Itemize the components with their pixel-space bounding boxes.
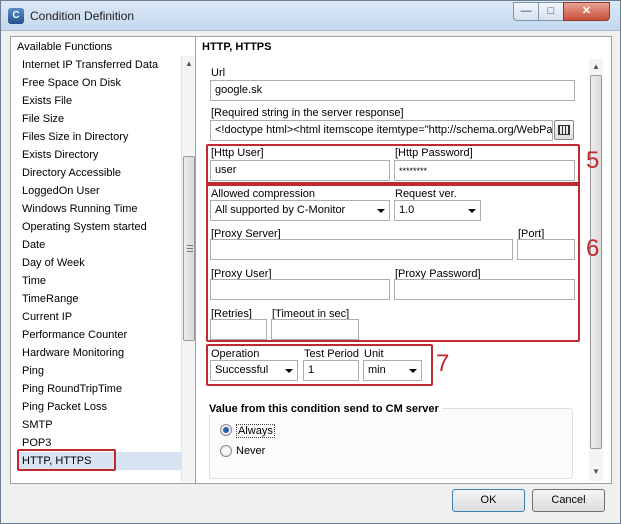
always-label[interactable]: Always — [236, 424, 275, 438]
browse-string-icon[interactable] — [554, 120, 574, 140]
function-list-item[interactable]: Day of Week — [17, 254, 181, 272]
condition-definition-window: C Condition Definition — □ ✕ Available F… — [0, 0, 621, 524]
annotation-box-selected-function — [17, 449, 116, 471]
title-bar: C Condition Definition — □ ✕ — [1, 1, 620, 31]
annotation-number-7: 7 — [436, 350, 450, 377]
scroll-up-icon[interactable]: ▲ — [591, 62, 601, 72]
close-button[interactable]: ✕ — [563, 2, 610, 21]
http-user-input[interactable]: user — [210, 160, 390, 181]
http-user-label: [Http User] — [211, 147, 264, 159]
http-password-label: [Http Password] — [395, 147, 473, 159]
cancel-button[interactable]: Cancel — [532, 489, 605, 512]
function-list-item[interactable]: TimeRange — [17, 290, 181, 308]
value-send-group-title: Value from this condition send to CM ser… — [206, 403, 442, 415]
proxy-user-input[interactable] — [210, 279, 390, 300]
function-list-item[interactable]: Windows Running Time — [17, 200, 181, 218]
function-list-item[interactable]: Operating System started — [17, 218, 181, 236]
function-list-item[interactable]: Time — [17, 272, 181, 290]
timeout-input[interactable] — [271, 319, 359, 340]
compression-label: Allowed compression — [211, 188, 315, 200]
maximize-button[interactable]: □ — [538, 2, 564, 21]
available-functions-panel: Available Functions Internet IP Transfer… — [10, 36, 196, 484]
annotation-number-6: 6 — [586, 235, 600, 262]
function-list-item[interactable]: File Size — [17, 110, 181, 128]
request-ver-label: Request ver. — [395, 188, 457, 200]
function-list-item[interactable]: Ping — [17, 362, 181, 380]
panel-title: HTTP, HTTPS — [202, 41, 272, 53]
never-label[interactable]: Never — [236, 445, 265, 457]
function-list-scrollbar[interactable]: ▲ — [181, 56, 195, 482]
chevron-down-icon — [377, 209, 385, 213]
chevron-down-icon — [468, 209, 476, 213]
function-list-item[interactable]: Ping RoundTripTime — [17, 380, 181, 398]
settings-scrollbar[interactable]: ▲ ▼ — [589, 59, 603, 481]
http-settings-panel: HTTP, HTTPS Url google.sk [Required stri… — [196, 36, 612, 484]
value-send-group — [209, 408, 573, 479]
function-list-item[interactable]: SMTP — [17, 416, 181, 434]
function-list-item[interactable]: Ping Packet Loss — [17, 398, 181, 416]
function-list-item[interactable]: Exists Directory — [17, 146, 181, 164]
unit-select[interactable]: min — [363, 360, 422, 381]
retries-input[interactable] — [210, 319, 267, 340]
function-list-item[interactable]: Hardware Monitoring — [17, 344, 181, 362]
compression-value: All supported by C-Monitor — [215, 204, 346, 216]
url-input[interactable]: google.sk — [210, 80, 575, 101]
operation-label: Operation — [211, 348, 260, 360]
available-functions-heading: Available Functions — [17, 41, 113, 53]
always-radio[interactable] — [220, 424, 232, 436]
chevron-down-icon — [285, 369, 293, 373]
scroll-up-icon[interactable]: ▲ — [184, 59, 194, 69]
function-list-item[interactable]: Files Size in Directory — [17, 128, 181, 146]
scroll-down-icon[interactable]: ▼ — [591, 467, 601, 477]
function-list-item[interactable]: Performance Counter — [17, 326, 181, 344]
request-ver-value: 1.0 — [399, 204, 415, 216]
function-list-item[interactable]: Exists File — [17, 92, 181, 110]
scroll-thumb[interactable] — [183, 156, 195, 341]
function-list-item[interactable]: Date — [17, 236, 181, 254]
required-string-input[interactable]: <!doctype html><html itemscope itemtype=… — [210, 120, 553, 141]
function-list-item[interactable]: Free Space On Disk — [17, 74, 181, 92]
http-password-input[interactable]: ******** — [394, 160, 575, 181]
test-period-label: Test Period — [304, 348, 360, 360]
never-radio[interactable] — [220, 445, 232, 457]
function-list-item[interactable]: LoggedOn User — [17, 182, 181, 200]
operation-select[interactable]: Successful — [210, 360, 298, 381]
ok-button[interactable]: OK — [452, 489, 525, 512]
compression-select[interactable]: All supported by C-Monitor — [210, 200, 390, 221]
minimize-button[interactable]: — — [513, 2, 539, 21]
function-list[interactable]: Internet IP Transferred Data Free Space O… — [17, 56, 181, 482]
function-list-item[interactable]: Directory Accessible — [17, 164, 181, 182]
proxy-server-input[interactable] — [210, 239, 513, 260]
function-list-item[interactable]: Internet IP Transferred Data — [17, 56, 181, 74]
window-title: Condition Definition — [30, 9, 135, 23]
port-input[interactable] — [517, 239, 575, 260]
test-period-input[interactable]: 1 — [303, 360, 359, 381]
function-list-item[interactable]: Current IP — [17, 308, 181, 326]
operation-value: Successful — [215, 364, 269, 376]
unit-value: min — [368, 364, 386, 376]
chevron-down-icon — [409, 369, 417, 373]
unit-label: Unit — [364, 348, 384, 360]
proxy-password-input[interactable] — [394, 279, 575, 300]
app-icon: C — [8, 8, 24, 24]
url-label: Url — [211, 67, 226, 79]
required-string-label: [Required string in the server response] — [211, 107, 404, 119]
annotation-number-5: 5 — [586, 147, 600, 174]
request-ver-select[interactable]: 1.0 — [394, 200, 481, 221]
